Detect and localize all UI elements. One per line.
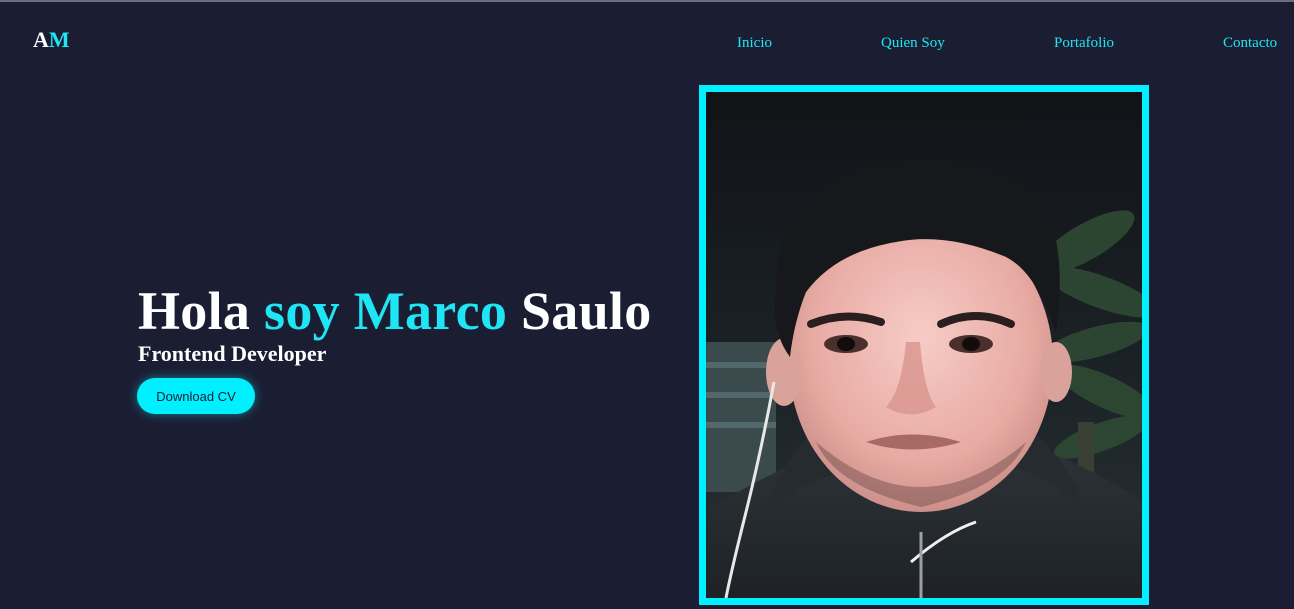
hero-title-surname: Saulo — [507, 281, 652, 341]
hero-title-greeting: Hola — [138, 281, 265, 341]
nav-link-inicio[interactable]: Inicio — [737, 33, 772, 53]
hero-title-highlight: soy Marco — [264, 281, 508, 341]
profile-photo-frame — [699, 85, 1149, 605]
download-cv-button[interactable]: Download CV — [137, 378, 255, 414]
window-top-border — [0, 0, 1294, 2]
hero-subtitle: Frontend Developer — [138, 341, 327, 366]
nav-link-quien-soy[interactable]: Quien Soy — [881, 33, 945, 53]
profile-photo — [706, 92, 1142, 598]
nav-link-portafolio[interactable]: Portafolio — [1054, 33, 1114, 53]
main-nav: Inicio Quien Soy Portafolio Contacto — [0, 33, 1294, 53]
hero-title: Hola soy Marco Saulo — [138, 280, 652, 342]
nav-link-contacto[interactable]: Contacto — [1223, 33, 1277, 53]
